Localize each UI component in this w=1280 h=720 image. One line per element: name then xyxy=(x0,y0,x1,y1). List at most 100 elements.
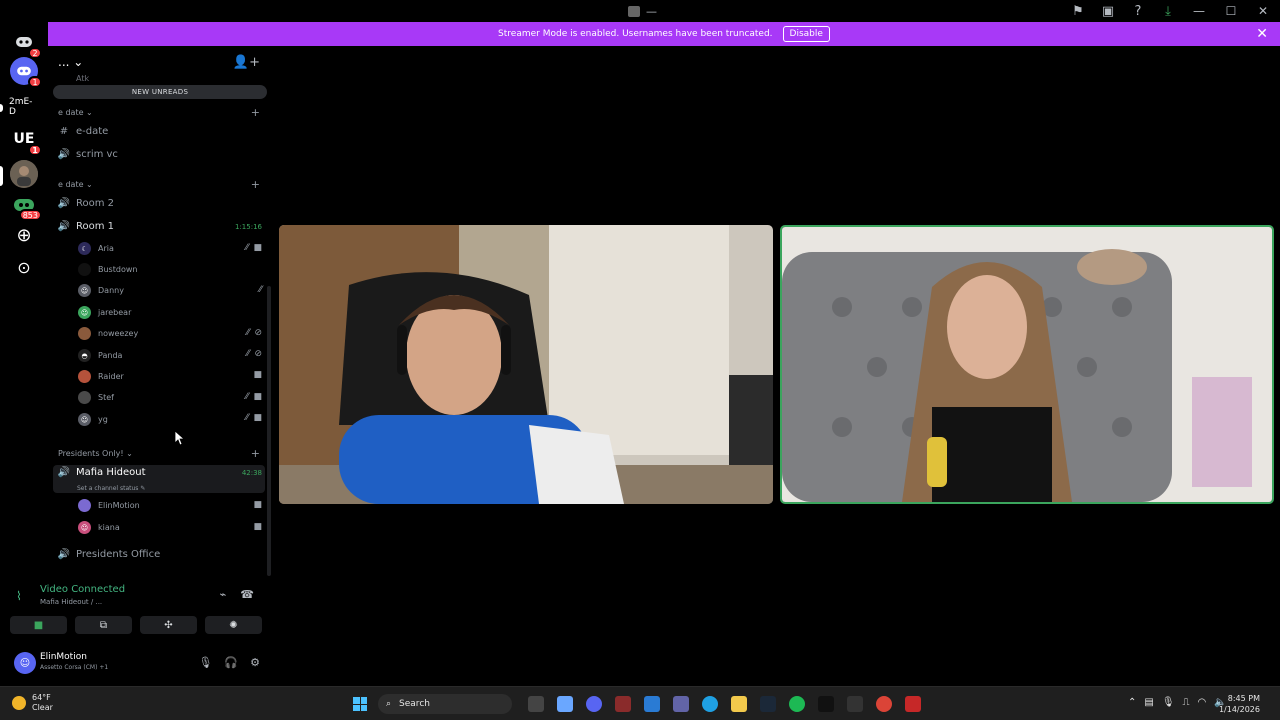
taskbar-clock[interactable]: 8:45 PM 1/14/2026 xyxy=(1219,693,1260,715)
server-badge: 853 xyxy=(18,209,42,221)
file-explorer-icon[interactable] xyxy=(731,696,747,712)
create-channel-icon[interactable]: + xyxy=(251,178,260,191)
server-ue[interactable]: UE 1 xyxy=(10,125,42,156)
activities-icon: ✣ xyxy=(164,619,173,631)
camera-icon: ■ xyxy=(253,500,262,510)
create-channel-icon[interactable]: + xyxy=(251,106,260,119)
chrome-icon[interactable] xyxy=(876,696,892,712)
voice-status[interactable]: Video Connected xyxy=(40,584,125,595)
app-icon[interactable] xyxy=(905,696,921,712)
minimize-button[interactable]: — xyxy=(1190,3,1208,19)
server-discord[interactable]: 1 xyxy=(10,57,42,88)
wifi-icon[interactable]: ◠ xyxy=(1198,697,1207,708)
sidebar-scrollbar[interactable] xyxy=(267,286,271,576)
user-name[interactable]: ElinMotion xyxy=(40,652,87,662)
video-camera-icon: ■ xyxy=(33,619,44,631)
channel-room-2[interactable]: 🔊 Room 2 xyxy=(58,197,114,209)
category-presidents-only[interactable]: Presidents Only! ⌄ xyxy=(58,449,133,458)
category-e-date[interactable]: e date ⌄ xyxy=(58,108,93,117)
start-button[interactable] xyxy=(353,697,367,711)
channel-e-date[interactable]: # e-date xyxy=(58,125,109,137)
title-bar: — ⚑ ▣ ? ⤓ — ☐ ✕ xyxy=(0,0,1280,22)
voice-member[interactable]: Stef xyxy=(78,391,114,404)
screen-icon[interactable]: ▣ xyxy=(1100,3,1116,19)
channel-scrim-vc[interactable]: 🔊 scrim vc xyxy=(58,148,118,160)
voice-member[interactable]: ☾ Aria xyxy=(78,242,114,255)
disable-button[interactable]: Disable xyxy=(782,26,830,42)
connection-signal-icon[interactable]: ⌇ xyxy=(16,589,22,603)
disconnect-icon[interactable]: ☎ xyxy=(240,588,254,601)
chevron-up-icon[interactable]: ⌃ xyxy=(1128,697,1136,708)
voice-member[interactable]: ☺ yg xyxy=(78,413,108,426)
discover-button[interactable]: ⊙ xyxy=(10,253,38,281)
microphone-icon[interactable]: 🎙 xyxy=(1162,697,1175,708)
app-icon[interactable] xyxy=(615,696,631,712)
new-unreads-pill[interactable]: NEW UNREADS xyxy=(53,85,267,99)
server-2me[interactable]: 2mE-D xyxy=(9,93,39,121)
mouse-cursor-icon xyxy=(175,431,185,445)
server-photo[interactable] xyxy=(10,160,38,188)
spotify-icon[interactable] xyxy=(789,696,805,712)
channel-room-1[interactable]: 🔊 Room 1 xyxy=(58,220,114,232)
task-view-icon[interactable] xyxy=(528,696,544,712)
headphones-icon[interactable]: 🎧 xyxy=(224,656,238,669)
video-tile-speaking[interactable] xyxy=(780,225,1274,504)
home-button[interactable]: 2 xyxy=(10,28,42,59)
user-avatar[interactable]: ☺ xyxy=(14,652,36,674)
copilot-icon[interactable] xyxy=(557,696,573,712)
channel-mafia-hideout[interactable]: 🔊 Mafia Hideout xyxy=(58,466,146,478)
weather-widget[interactable]: 64°F Clear xyxy=(12,693,53,713)
voice-member[interactable]: Raider xyxy=(78,370,124,383)
server-header[interactable]: ... ⌄ xyxy=(58,55,83,69)
store-icon[interactable] xyxy=(644,696,660,712)
voice-member[interactable]: Bustdown xyxy=(78,263,137,276)
steam-icon[interactable] xyxy=(760,696,776,712)
channel-status-prompt[interactable]: Set a channel status ✎ xyxy=(77,485,145,492)
mic-muted-icon: ⁄⁄ xyxy=(245,413,249,423)
voice-member[interactable]: ◓ Panda xyxy=(78,349,122,362)
terminal-icon[interactable] xyxy=(818,696,834,712)
add-server-button[interactable]: ⊕ xyxy=(10,221,38,249)
camera-icon: ■ xyxy=(253,392,262,402)
server-green[interactable]: 853 xyxy=(10,190,42,221)
compass-icon: ⊙ xyxy=(17,257,31,277)
voice-channel-link[interactable]: Mafia Hideout / ... xyxy=(40,598,102,606)
deafened-icon: ⊘ xyxy=(254,328,262,338)
screen-share-button[interactable]: ⧉ xyxy=(75,616,132,634)
maximize-button[interactable]: ☐ xyxy=(1222,3,1240,19)
create-channel-icon[interactable]: + xyxy=(251,447,260,460)
inbox-flag-icon[interactable]: ⚑ xyxy=(1070,3,1086,19)
noise-suppression-icon[interactable]: ⌁ xyxy=(220,588,227,601)
teams-icon[interactable] xyxy=(673,696,689,712)
voice-member[interactable]: ☺ jarebear xyxy=(78,306,131,319)
category-e-date-2[interactable]: e date ⌄ xyxy=(58,180,93,189)
voice-member[interactable]: ElinMotion xyxy=(78,499,140,512)
video-tile[interactable] xyxy=(279,225,773,504)
microphone-icon[interactable]: 🎙 xyxy=(198,656,212,669)
app-icon[interactable] xyxy=(847,696,863,712)
window-thumbnail-icon xyxy=(628,6,640,17)
voice-member[interactable]: ☺ kiana xyxy=(78,521,120,534)
usb-icon[interactable]: ⎍ xyxy=(1183,697,1190,708)
discord-taskbar-icon[interactable] xyxy=(586,696,602,712)
banner-text: Streamer Mode is enabled. Usernames have… xyxy=(498,29,773,39)
invite-people-icon[interactable]: 👤+ xyxy=(233,55,260,70)
avatar xyxy=(78,263,91,276)
avatar: ◓ xyxy=(78,349,91,362)
download-icon[interactable]: ⤓ xyxy=(1160,3,1176,19)
taskbar-search[interactable]: ⌕ Search xyxy=(378,694,512,714)
channel-presidents-office[interactable]: 🔊 Presidents Office xyxy=(58,548,160,560)
close-window-button[interactable]: ✕ xyxy=(1254,3,1272,19)
gear-icon[interactable]: ⚙ xyxy=(250,656,260,669)
edge-icon[interactable] xyxy=(702,696,718,712)
help-icon[interactable]: ? xyxy=(1130,3,1146,19)
channel-partial[interactable]: Atk xyxy=(58,74,89,83)
soundboard-button[interactable]: ✺ xyxy=(205,616,262,634)
member-status-icons: ■ xyxy=(253,500,262,510)
voice-member[interactable]: ☺ Danny xyxy=(78,284,124,297)
camera-button[interactable]: ■ xyxy=(10,616,67,634)
tray-app-icon[interactable]: ▤ xyxy=(1144,697,1153,708)
voice-member[interactable]: noweezey xyxy=(78,327,138,340)
activities-button[interactable]: ✣ xyxy=(140,616,197,634)
close-banner-icon[interactable]: ✕ xyxy=(1256,26,1268,42)
